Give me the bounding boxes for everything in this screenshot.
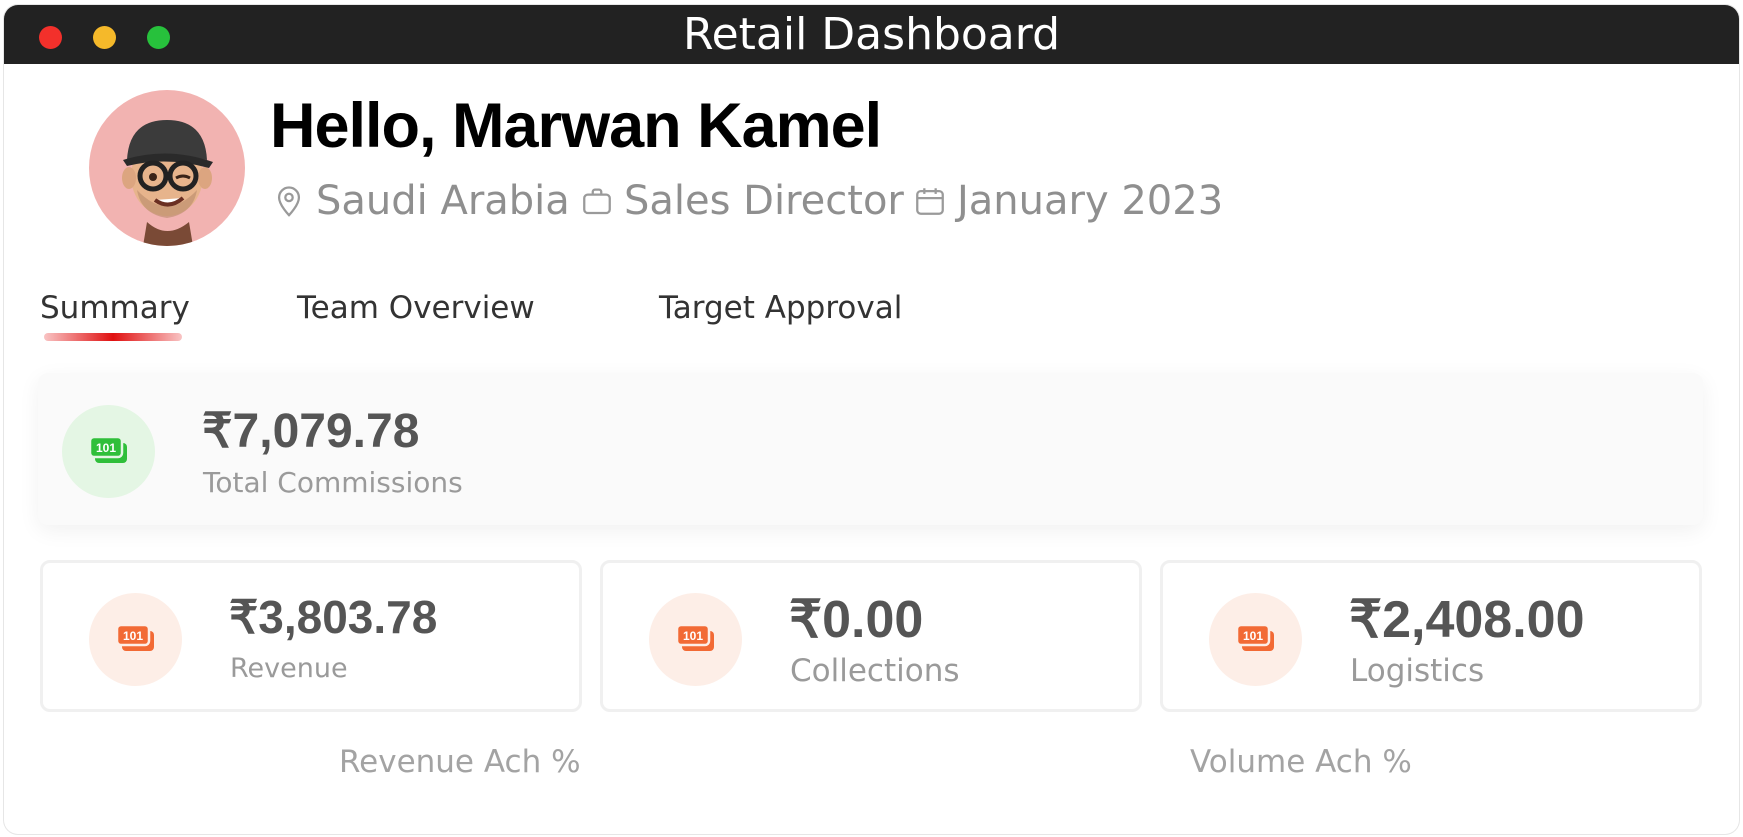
tab-team-overview[interactable]: Team Overview <box>297 290 535 326</box>
money-stack-icon: 101 <box>88 435 127 463</box>
briefcase-icon <box>583 188 611 215</box>
total-commissions-value: ₹7,079.78 <box>202 405 420 458</box>
revenue-icon-badge: 101 <box>89 593 182 686</box>
svg-text:101: 101 <box>122 629 142 643</box>
collections-value: ₹0.00 <box>789 591 924 649</box>
logistics-card[interactable]: 101 ₹2,408.00 Logistics <box>1160 560 1702 712</box>
tab-summary[interactable]: Summary <box>40 290 190 326</box>
job-title-text: Sales Director <box>624 178 904 224</box>
svg-text:101: 101 <box>1242 629 1262 643</box>
location-text: Saudi Arabia <box>316 178 570 224</box>
active-tab-indicator <box>44 333 182 341</box>
title-bar: Retail Dashboard <box>4 5 1739 64</box>
logistics-label: Logistics <box>1350 653 1485 689</box>
svg-text:101: 101 <box>682 629 702 643</box>
window-title: Retail Dashboard <box>682 9 1061 60</box>
map-pin-icon <box>277 186 301 217</box>
revenue-card[interactable]: 101 ₹3,803.78 Revenue <box>40 560 582 712</box>
svg-text:101: 101 <box>95 441 115 455</box>
revenue-value: ₹3,803.78 <box>229 591 438 643</box>
location-info: Saudi Arabia <box>272 178 570 224</box>
memoji-avatar-icon <box>122 120 213 246</box>
volume-achievement-label: Volume Ach % <box>1190 744 1412 780</box>
logistics-value: ₹2,408.00 <box>1349 591 1585 649</box>
period-text: January 2023 <box>957 178 1224 224</box>
job-info: Sales Director <box>580 178 904 224</box>
money-stack-icon: 101 <box>115 623 154 651</box>
collections-card[interactable]: 101 ₹0.00 Collections <box>600 560 1142 712</box>
revenue-achievement-label: Revenue Ach % <box>339 744 581 780</box>
tab-target-approval[interactable]: Target Approval <box>659 290 902 326</box>
greeting-heading: Hello, Marwan Kamel <box>270 91 882 161</box>
total-commissions-icon-badge: 101 <box>62 405 155 498</box>
revenue-label: Revenue <box>230 653 348 684</box>
collections-label: Collections <box>790 653 960 689</box>
total-commissions-label: Total Commissions <box>203 466 463 499</box>
money-stack-icon: 101 <box>675 623 714 651</box>
collections-icon-badge: 101 <box>649 593 742 686</box>
calendar-icon <box>916 188 944 215</box>
logistics-icon-badge: 101 <box>1209 593 1302 686</box>
period-info: January 2023 <box>913 178 1223 224</box>
money-stack-icon: 101 <box>1235 623 1274 651</box>
avatar[interactable] <box>89 90 245 246</box>
